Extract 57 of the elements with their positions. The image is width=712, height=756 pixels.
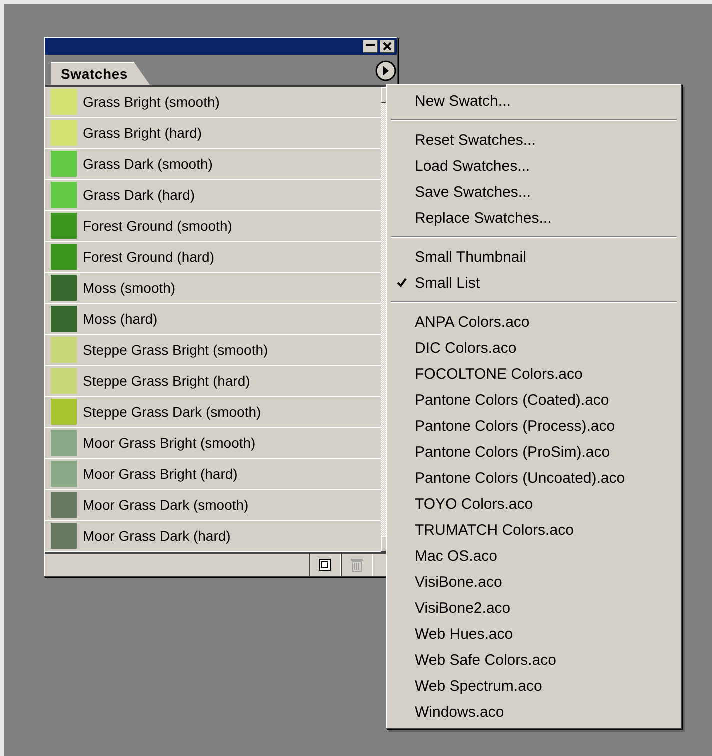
swatch-row[interactable]: Grass Dark (smooth) — [45, 149, 381, 180]
menu-item[interactable]: VisiBone.aco — [389, 569, 679, 595]
swatch-row[interactable]: Grass Bright (hard) — [45, 118, 381, 149]
swatch-name: Moor Grass Bright (hard) — [83, 466, 238, 482]
swatch-row[interactable]: Steppe Grass Bright (hard) — [45, 366, 381, 397]
swatch-row[interactable]: Steppe Grass Bright (smooth) — [45, 335, 381, 366]
swatch-name: Moss (hard) — [83, 311, 158, 327]
menu-item[interactable]: Web Hues.aco — [389, 621, 679, 647]
menu-item[interactable]: Windows.aco — [389, 699, 679, 725]
menu-item[interactable]: DIC Colors.aco — [389, 335, 679, 361]
swatch-row[interactable]: Grass Bright (smooth) — [45, 87, 381, 118]
swatch-name: Grass Bright (smooth) — [83, 94, 220, 110]
minimize-icon[interactable] — [363, 40, 378, 53]
swatch-name: Moor Grass Dark (hard) — [83, 528, 231, 544]
menu-item[interactable]: Save Swatches... — [389, 179, 679, 205]
swatch-row[interactable]: Forest Ground (hard) — [45, 242, 381, 273]
swatch-name: Steppe Grass Dark (smooth) — [83, 404, 262, 420]
swatch-name: Grass Dark (smooth) — [83, 156, 213, 172]
swatch-name: Grass Dark (hard) — [83, 187, 196, 203]
swatches-tab[interactable]: Swatches — [51, 62, 150, 85]
menu-item[interactable]: Pantone Colors (Coated).aco — [389, 387, 679, 413]
menu-item[interactable]: Pantone Colors (Uncoated).aco — [389, 465, 679, 491]
swatch-name: Steppe Grass Bright (hard) — [83, 373, 250, 389]
swatch-row[interactable]: Moor Grass Dark (smooth) — [45, 490, 381, 521]
swatch-row[interactable]: Forest Ground (smooth) — [45, 211, 381, 242]
menu-item[interactable]: Mac OS.aco — [389, 543, 679, 569]
swatch-row[interactable]: Moor Grass Dark (hard) — [45, 521, 381, 552]
menu-item[interactable]: Web Safe Colors.aco — [389, 647, 679, 673]
close-icon[interactable] — [380, 40, 395, 53]
menu-item[interactable]: Load Swatches... — [389, 153, 679, 179]
swatch-row[interactable]: Moor Grass Bright (hard) — [45, 459, 381, 490]
menu-item[interactable]: Reset Swatches... — [389, 127, 679, 153]
menu-item[interactable]: VisiBone2.aco — [389, 595, 679, 621]
menu-item[interactable]: Web Spectrum.aco — [389, 673, 679, 699]
menu-item[interactable]: Pantone Colors (ProSim).aco — [389, 439, 679, 465]
swatch-row[interactable]: Moss (smooth) — [45, 273, 381, 304]
swatch-name: Moor Grass Dark (smooth) — [83, 497, 249, 513]
new-swatch-icon[interactable] — [319, 559, 331, 571]
swatch-name: Forest Ground (hard) — [83, 249, 214, 265]
swatch-name: Moor Grass Bright (smooth) — [83, 435, 256, 451]
swatch-name: Moss (smooth) — [83, 280, 176, 296]
menu-item[interactable]: Small Thumbnail — [389, 244, 679, 270]
menu-item[interactable]: ANPA Colors.aco — [389, 309, 679, 335]
menu-item[interactable]: TOYO Colors.aco — [389, 491, 679, 517]
menu-item[interactable]: New Swatch... — [389, 88, 679, 114]
swatch-row[interactable]: Moss (hard) — [45, 304, 381, 335]
menu-item[interactable]: Pantone Colors (Process).aco — [389, 413, 679, 439]
swatch-name: Grass Bright (hard) — [83, 125, 202, 141]
swatch-name: Steppe Grass Bright (smooth) — [83, 342, 268, 358]
swatch-name: Forest Ground (smooth) — [83, 218, 232, 234]
menu-item[interactable]: FOCOLTONE Colors.aco — [389, 361, 679, 387]
swatch-row[interactable]: Grass Dark (hard) — [45, 180, 381, 211]
swatch-row[interactable]: Moor Grass Bright (smooth) — [45, 428, 381, 459]
menu-item[interactable]: Replace Swatches... — [389, 205, 679, 231]
menu-item[interactable]: TRUMATCH Colors.aco — [389, 517, 679, 543]
menu-item[interactable]: Small List — [389, 270, 679, 296]
swatch-row[interactable]: Steppe Grass Dark (smooth) — [45, 397, 381, 428]
